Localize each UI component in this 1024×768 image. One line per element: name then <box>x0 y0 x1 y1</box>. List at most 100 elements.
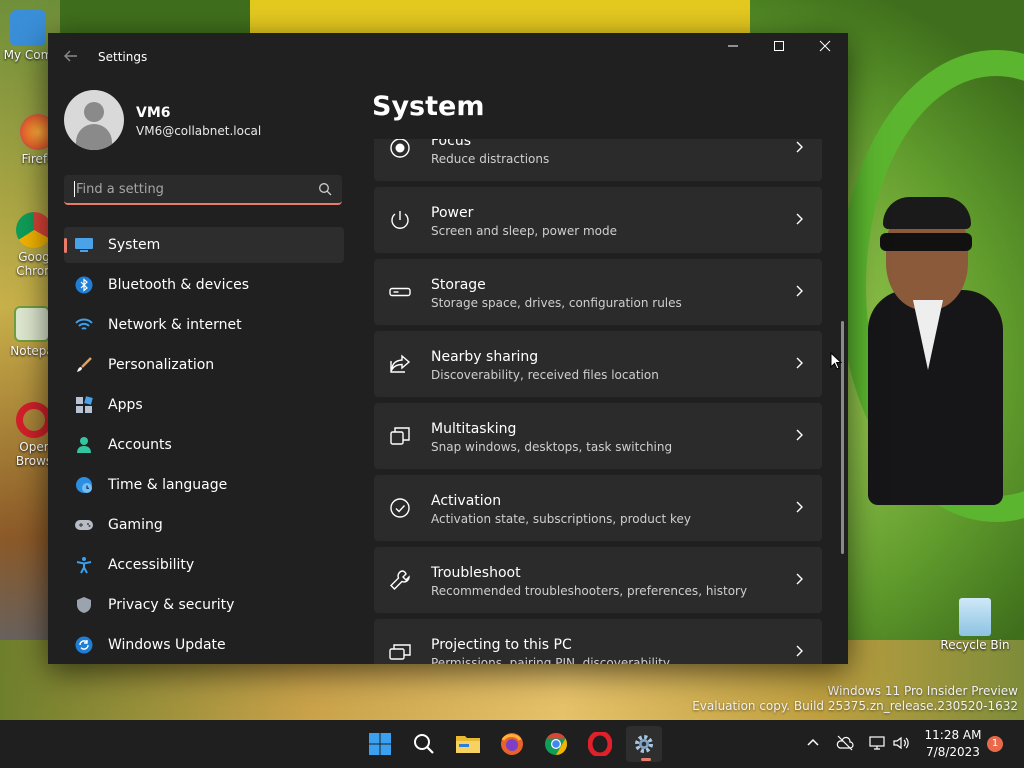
sidebar-item-time-language[interactable]: Time & language <box>64 467 344 503</box>
text-caret <box>74 181 75 197</box>
chrome-button[interactable] <box>538 726 574 762</box>
wallpaper-character <box>858 195 1003 505</box>
brush-icon <box>74 355 94 375</box>
mouse-cursor-icon <box>830 352 842 370</box>
storage-icon <box>389 287 411 297</box>
chevron-right-icon <box>796 141 803 153</box>
chrome-icon <box>16 212 52 248</box>
apps-icon <box>74 395 94 415</box>
wallpaper-art <box>250 0 750 35</box>
avatar[interactable] <box>64 90 124 150</box>
folder-icon <box>456 736 480 753</box>
taskbar <box>0 720 1024 768</box>
sidebar-item-accessibility[interactable]: Accessibility <box>64 547 344 583</box>
clock-time[interactable]: 11:28 AM <box>918 728 988 742</box>
chevron-right-icon <box>796 285 803 297</box>
active-indicator <box>641 758 651 761</box>
cloud-offline-icon[interactable] <box>836 734 854 752</box>
projector-icon <box>389 644 411 660</box>
profile-name: VM6 <box>136 105 171 121</box>
firefox-button[interactable] <box>494 726 530 762</box>
notification-badge[interactable]: 1 <box>987 736 1003 752</box>
globe-clock-icon <box>74 475 94 495</box>
sidebar-item-personalization[interactable]: Personalization <box>64 347 344 383</box>
chevron-right-icon <box>796 213 803 225</box>
maximize-icon <box>774 41 784 51</box>
volume-icon[interactable] <box>892 734 910 752</box>
setting-row-projecting[interactable]: Projecting to this PC Permissions, pairi… <box>374 619 822 664</box>
setting-row-storage[interactable]: Storage Storage space, drives, configura… <box>374 259 822 325</box>
network-icon[interactable] <box>868 734 886 752</box>
accessibility-icon <box>74 555 94 575</box>
chevron-right-icon <box>796 501 803 513</box>
power-icon <box>391 211 409 229</box>
back-button[interactable] <box>60 47 82 69</box>
setting-row-nearby-sharing[interactable]: Nearby sharing Discoverability, received… <box>374 331 822 397</box>
focus-icon <box>390 139 410 158</box>
setting-row-multitasking[interactable]: Multitasking Snap windows, desktops, tas… <box>374 403 822 469</box>
setting-row-troubleshoot[interactable]: Troubleshoot Recommended troubleshooters… <box>374 547 822 613</box>
sidebar-item-system[interactable]: System <box>64 227 344 263</box>
windows-logo-icon <box>369 733 391 755</box>
close-icon <box>819 40 831 52</box>
opera-icon <box>16 402 52 438</box>
monitor-icon <box>10 10 46 46</box>
sidebar-item-privacy-security[interactable]: Privacy & security <box>64 587 344 623</box>
maximize-button[interactable] <box>756 33 802 65</box>
sidebar-item-gaming[interactable]: Gaming <box>64 507 344 543</box>
settings-list: Focus Reduce distractions Power Screen a… <box>374 139 822 664</box>
windows-watermark: Windows 11 Pro Insider Preview Evaluatio… <box>692 684 1018 713</box>
setting-row-activation[interactable]: Activation Activation state, subscriptio… <box>374 475 822 541</box>
title-bar[interactable]: Settings <box>48 33 848 81</box>
file-explorer-button[interactable] <box>450 726 486 762</box>
arrow-left-icon <box>64 50 77 62</box>
activation-icon <box>390 498 410 518</box>
wifi-icon <box>74 315 94 335</box>
gear-icon <box>635 735 653 753</box>
chevron-right-icon <box>796 429 803 441</box>
settings-window: Settings VM6 VM6@collabnet.local System … <box>48 33 848 664</box>
chevron-up-icon[interactable] <box>804 734 822 752</box>
sidebar-nav: System Bluetooth & devices Network & int… <box>64 227 344 664</box>
chevron-right-icon <box>796 357 803 369</box>
gamepad-icon <box>74 515 94 535</box>
firefox-icon <box>501 733 523 755</box>
notepad-icon <box>14 306 50 342</box>
bluetooth-icon <box>74 275 94 295</box>
chevron-right-icon <box>796 645 803 657</box>
chevron-right-icon <box>796 573 803 585</box>
profile-email: VM6@collabnet.local <box>136 124 262 138</box>
settings-taskbar-button[interactable] <box>626 726 662 762</box>
setting-row-power[interactable]: Power Screen and sleep, power mode <box>374 187 822 253</box>
sidebar-item-network-internet[interactable]: Network & internet <box>64 307 344 343</box>
person-icon <box>74 435 94 455</box>
minimize-icon <box>728 45 738 47</box>
sidebar-item-windows-update[interactable]: Windows Update <box>64 627 344 663</box>
close-button[interactable] <box>802 33 848 65</box>
search-taskbar-button[interactable] <box>406 726 442 762</box>
start-button[interactable] <box>362 726 398 762</box>
search-icon[interactable] <box>318 182 332 196</box>
app-title: Settings <box>98 50 148 64</box>
sidebar-item-apps[interactable]: Apps <box>64 387 344 423</box>
desktop-icon-recycle-bin[interactable]: Recycle Bin <box>940 598 1010 652</box>
multitasking-icon <box>390 427 410 445</box>
sidebar-item-bluetooth-devices[interactable]: Bluetooth & devices <box>64 267 344 303</box>
search-icon <box>414 734 434 754</box>
page-title: System <box>372 91 485 122</box>
monitor-icon <box>74 235 94 255</box>
search-input[interactable] <box>74 181 308 198</box>
sidebar-item-accounts[interactable]: Accounts <box>64 427 344 463</box>
update-icon <box>74 635 94 655</box>
share-icon <box>390 354 411 373</box>
wrench-icon <box>390 570 410 590</box>
chrome-icon <box>545 733 567 755</box>
opera-button[interactable] <box>582 726 618 762</box>
shield-icon <box>74 595 94 615</box>
setting-row-focus[interactable]: Focus Reduce distractions <box>374 139 822 181</box>
search-box[interactable] <box>64 175 342 205</box>
recycle-bin-icon <box>959 598 991 636</box>
minimize-button[interactable] <box>710 33 756 65</box>
opera-icon <box>588 732 612 756</box>
clock-date[interactable]: 7/8/2023 <box>918 745 988 759</box>
